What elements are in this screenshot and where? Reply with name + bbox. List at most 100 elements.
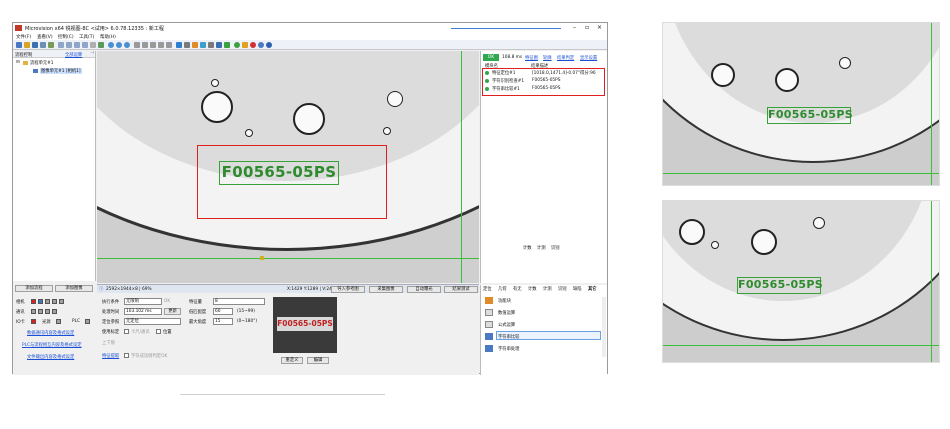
calib-checkbox[interactable] (124, 329, 129, 334)
capture-image-button[interactable]: 采集图像 (369, 286, 403, 293)
zoom-fit-icon[interactable] (74, 42, 80, 48)
tool-tab-measure[interactable]: 计测 (543, 286, 552, 292)
tool-tab-count[interactable]: 计数 (528, 286, 537, 292)
chart-icon[interactable] (192, 42, 198, 48)
view-icon[interactable] (90, 42, 96, 48)
angle-input[interactable]: 15 (213, 318, 233, 325)
stop-icon[interactable] (124, 42, 130, 48)
tool-string-compare[interactable]: 字符串比较 (498, 334, 519, 340)
image-info: 2592×1944×8 | 69% (106, 287, 152, 292)
position-ref-select[interactable]: 无定位 (124, 318, 181, 325)
new-icon[interactable] (16, 42, 22, 48)
open-icon[interactable] (24, 42, 30, 48)
database-icon[interactable] (216, 42, 222, 48)
comm-status-icon (38, 309, 43, 314)
save-as-icon[interactable] (40, 42, 46, 48)
tool-tab-geometry[interactable]: 几何 (498, 286, 507, 292)
tab-measure[interactable]: 计测 (537, 245, 546, 251)
tab-identify[interactable]: 识别 (551, 245, 560, 251)
pin-panel-icon[interactable]: ⊣ (90, 51, 94, 56)
result-test-button[interactable]: 结果测试 (444, 286, 478, 293)
tool-scrollbar[interactable] (602, 297, 606, 357)
app-window: Microvision x64 锐视图-8C <试用> 6.0.78.12335… (12, 22, 608, 375)
image-canvas[interactable]: F00565-05PS (97, 51, 479, 283)
tool-formula[interactable]: 公式运算 (498, 322, 515, 328)
auto-exposure-button[interactable]: 自动曝光 (407, 286, 441, 293)
plc-icon[interactable] (224, 42, 230, 48)
plc-format-link[interactable]: PLC与流程相互内容及格式设定 (22, 342, 82, 348)
save-ok-checkbox[interactable] (124, 353, 129, 358)
result-row-name[interactable]: 字符串比较#1 (492, 86, 520, 92)
monitor-icon[interactable] (184, 42, 190, 48)
run-once-icon[interactable] (108, 42, 114, 48)
zoom-actual-icon[interactable] (82, 42, 88, 48)
measure-icon[interactable] (150, 42, 156, 48)
grid-icon[interactable] (134, 42, 140, 48)
tab-count[interactable]: 计数 (523, 245, 532, 251)
display-settings-link[interactable]: 显示设置 (580, 55, 597, 61)
template-preview: F00565-05PS (273, 297, 337, 353)
comm-format-link[interactable]: 数据通讯内容及格式设定 (27, 330, 74, 336)
camera-icon[interactable] (48, 42, 54, 48)
tool-numeric[interactable]: 数值运算 (498, 310, 515, 316)
use-calib-label: 使用标定 (102, 330, 120, 335)
save-icon[interactable] (32, 42, 38, 48)
tool-tab-presence[interactable]: 有无 (513, 286, 522, 292)
tree-image-unit-item[interactable]: 图像单元#1 [相机1] (40, 68, 82, 74)
crosshair-icon[interactable] (98, 42, 104, 48)
layout-icon[interactable] (176, 42, 182, 48)
settings-icon[interactable] (158, 42, 164, 48)
minimize-icon[interactable]: – (573, 24, 576, 31)
run-all-link[interactable]: 全部运算 (65, 52, 82, 58)
result-judge-link[interactable]: 结果判定 (557, 55, 574, 61)
refresh-icon[interactable] (234, 42, 240, 48)
tool-tab-identify[interactable]: 识别 (558, 286, 567, 292)
tool-string-process[interactable]: 字符串处理 (498, 346, 519, 352)
result-time: 108.8 ms (502, 55, 523, 60)
tool-tab-defect[interactable]: 缺陷 (573, 286, 582, 292)
match-label: 低匹配度 (189, 310, 207, 315)
roi-handle[interactable] (260, 256, 264, 260)
lock-icon[interactable] (242, 42, 248, 48)
tool-tab-other[interactable]: 其它 (588, 286, 597, 292)
update-button[interactable]: 更新 (164, 308, 181, 315)
import-reference-button[interactable]: 导入参考图 (331, 286, 365, 293)
gear-icon[interactable] (166, 42, 172, 48)
device-io-label: IO卡 (16, 320, 25, 325)
zoom-in-icon[interactable] (58, 42, 64, 48)
tree-root-item[interactable]: 流程单元#1 (30, 60, 54, 66)
position-checkbox[interactable] (156, 329, 161, 334)
feature-image-link[interactable]: 特征图 (525, 55, 538, 61)
roi-line (931, 201, 932, 362)
exec-condition-label: 执行条件 (102, 300, 120, 305)
option-icon[interactable] (258, 42, 264, 48)
tree-expand-icon[interactable]: ⊟ (16, 60, 20, 65)
add-image-button[interactable]: 添加图像 (55, 285, 93, 292)
string-process-icon (485, 345, 493, 352)
calibrate-icon[interactable] (142, 42, 148, 48)
pin-icon[interactable] (250, 42, 256, 48)
result-row-name[interactable]: 特征定位#1 (492, 70, 516, 76)
result-row-name[interactable]: 字符识别检查#1 (492, 78, 524, 84)
exec-condition-select[interactable]: 无限制 (124, 298, 162, 305)
disk-hole (775, 68, 799, 92)
edit-button[interactable]: 编辑 (307, 357, 329, 364)
zoom-out-icon[interactable] (66, 42, 72, 48)
redefine-button[interactable]: 重定义 (281, 357, 303, 364)
folder-icon[interactable] (208, 42, 214, 48)
feature-extract-link[interactable]: 特征提取 (102, 353, 119, 359)
match-input[interactable]: 60 (213, 308, 233, 315)
contour-link[interactable]: 轮廓 (543, 55, 552, 61)
feature-select[interactable]: 8 (213, 298, 265, 305)
maximize-icon[interactable]: ▫ (585, 24, 589, 31)
disk-hole-small (387, 91, 403, 107)
file-output-link[interactable]: 文件输出内容及格式设定 (27, 354, 74, 360)
run-continuous-icon[interactable] (116, 42, 122, 48)
add-flow-button[interactable]: 添加流程 (15, 285, 53, 292)
image-icon[interactable] (200, 42, 206, 48)
tool-tab-locate[interactable]: 定位 (483, 286, 492, 292)
tool-function-block[interactable]: 功能块 (498, 298, 511, 304)
close-icon[interactable]: × (597, 24, 602, 31)
info-icon[interactable] (266, 42, 272, 48)
proc-time-field[interactable]: 103.102 ms (124, 308, 162, 315)
